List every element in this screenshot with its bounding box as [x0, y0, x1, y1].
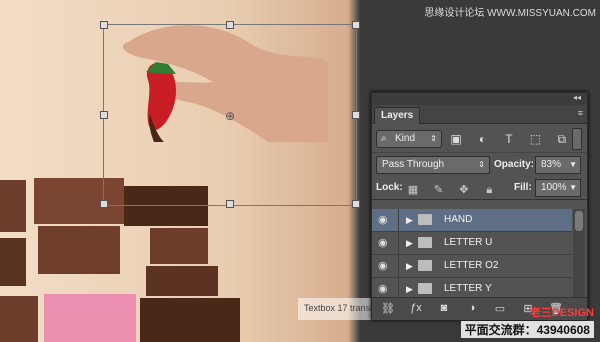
- filter-kind-label: Kind: [395, 133, 416, 144]
- layer-name: LETTER U: [444, 237, 493, 248]
- layer-name: HAND: [444, 214, 473, 225]
- layer-name: LETTER O2: [444, 260, 499, 271]
- transform-handle-right[interactable]: [352, 111, 360, 119]
- lock-position-icon[interactable]: ✥: [457, 183, 471, 197]
- fx-icon[interactable]: ƒx: [408, 302, 424, 314]
- eye-icon[interactable]: ◉: [378, 213, 392, 227]
- expand-arrow-icon[interactable]: ▶: [406, 236, 413, 250]
- transform-handle-bottom-left[interactable]: [100, 200, 108, 208]
- adjustment-icon[interactable]: ◑: [464, 302, 480, 314]
- folder-icon[interactable]: ▭: [492, 302, 508, 315]
- folder-icon: [418, 260, 432, 271]
- layer-name: LETTER Y: [444, 283, 492, 294]
- opacity-label: Opacity:: [494, 159, 535, 170]
- chevron-down-icon[interactable]: ▼: [569, 157, 577, 173]
- eye-icon[interactable]: ◉: [378, 236, 392, 250]
- folder-icon: [418, 214, 432, 225]
- layer-row[interactable]: ◉ ▶ LETTER O2: [372, 255, 572, 278]
- fill-label: Fill:: [514, 182, 532, 193]
- eye-icon[interactable]: ◉: [378, 282, 392, 296]
- fill-value: 100%: [541, 182, 567, 193]
- blend-mode-select[interactable]: Pass Through ⇕: [376, 156, 490, 174]
- layer-scrollbar[interactable]: [573, 209, 585, 297]
- updown-arrow-icon: ⇕: [478, 160, 485, 169]
- eye-icon[interactable]: ◉: [378, 259, 392, 273]
- transform-handle-top[interactable]: [226, 21, 234, 29]
- filter-kind-select[interactable]: ⌕ Kind ⇕: [376, 130, 442, 148]
- transform-center-icon[interactable]: ⊕: [225, 110, 237, 122]
- link-icon[interactable]: ⛓: [380, 302, 396, 315]
- row-divider: [398, 209, 399, 231]
- panel-title-bar[interactable]: ◂◂: [372, 93, 587, 105]
- mask-icon[interactable]: ◙: [436, 302, 452, 314]
- image-filter-icon[interactable]: ▣: [448, 131, 464, 147]
- lock-all-icon[interactable]: 🔒︎: [482, 183, 496, 197]
- lock-label: Lock:: [376, 182, 403, 193]
- lock-paint-icon[interactable]: ✎: [431, 183, 445, 197]
- transform-handle-top-right[interactable]: [352, 21, 360, 29]
- layer-row[interactable]: ◉ ▶ LETTER U: [372, 232, 572, 255]
- brand-text: 老三DESIGN: [529, 307, 594, 319]
- panel-menu-icon[interactable]: ≡: [578, 108, 583, 118]
- smart-object-filter-icon[interactable]: ⧉: [554, 131, 570, 147]
- search-icon: ⌕: [381, 133, 387, 144]
- expand-arrow-icon[interactable]: ▶: [406, 213, 413, 227]
- type-filter-icon[interactable]: T: [501, 131, 517, 147]
- row-divider: [398, 255, 399, 277]
- filter-toggle-switch[interactable]: [572, 128, 582, 150]
- blend-row: Pass Through ⇕ Opacity: 83% ▼: [372, 153, 587, 175]
- lock-transparency-icon[interactable]: ▦: [406, 183, 420, 197]
- lock-row: Lock: ▦ ✎ ✥ 🔒︎ Fill: 100% ▼: [372, 175, 587, 200]
- folder-icon: [418, 283, 432, 294]
- layer-row[interactable]: ◉ ▶ LETTER Y: [372, 278, 572, 297]
- layer-row[interactable]: ◉ ▶ HAND: [372, 209, 572, 232]
- tab-layers[interactable]: Layers: [374, 107, 421, 124]
- site-watermark: 思缘设计论坛 WWW.MISSYUAN.COM: [424, 8, 596, 19]
- expand-arrow-icon[interactable]: ▶: [406, 259, 413, 273]
- transform-handle-bottom[interactable]: [226, 200, 234, 208]
- folder-icon: [418, 237, 432, 248]
- layers-panel: ◂◂ Layers ≡ ⌕ Kind ⇕ ▣ ◐ T ⬚ ⧉ Pass Thro…: [371, 92, 588, 320]
- expand-arrow-icon[interactable]: ▶: [406, 282, 413, 296]
- scrollbar-thumb[interactable]: [575, 211, 583, 231]
- updown-arrow-icon: ⇕: [430, 134, 437, 143]
- lock-icons: ▦ ✎ ✥ 🔒︎: [406, 180, 503, 198]
- panel-tab-bar: Layers ≡: [372, 105, 587, 124]
- shape-filter-icon[interactable]: ⬚: [527, 131, 543, 147]
- adjustment-filter-icon[interactable]: ◐: [474, 131, 490, 147]
- row-divider: [398, 232, 399, 254]
- transform-handle-left[interactable]: [100, 111, 108, 119]
- group-text: 平面交流群：43940608: [460, 321, 594, 338]
- collapse-icon[interactable]: ◂◂: [573, 93, 581, 102]
- filter-icons: ▣ ◐ T ⬚ ⧉: [448, 130, 576, 148]
- chevron-down-icon[interactable]: ▼: [569, 180, 577, 196]
- opacity-field[interactable]: 83% ▼: [535, 156, 581, 174]
- layer-list: ◉ ▶ HAND ◉ ▶ LETTER U ◉ ▶ LETTER O2 ◉ ▶ …: [372, 209, 572, 297]
- row-divider: [398, 278, 399, 297]
- opacity-value: 83%: [541, 159, 562, 170]
- layer-filter-row: ⌕ Kind ⇕ ▣ ◐ T ⬚ ⧉: [372, 124, 587, 153]
- transform-handle-top-left[interactable]: [100, 21, 108, 29]
- transform-handle-bottom-right[interactable]: [352, 200, 360, 208]
- blend-mode-value: Pass Through: [382, 159, 445, 170]
- fill-field[interactable]: 100% ▼: [535, 179, 581, 197]
